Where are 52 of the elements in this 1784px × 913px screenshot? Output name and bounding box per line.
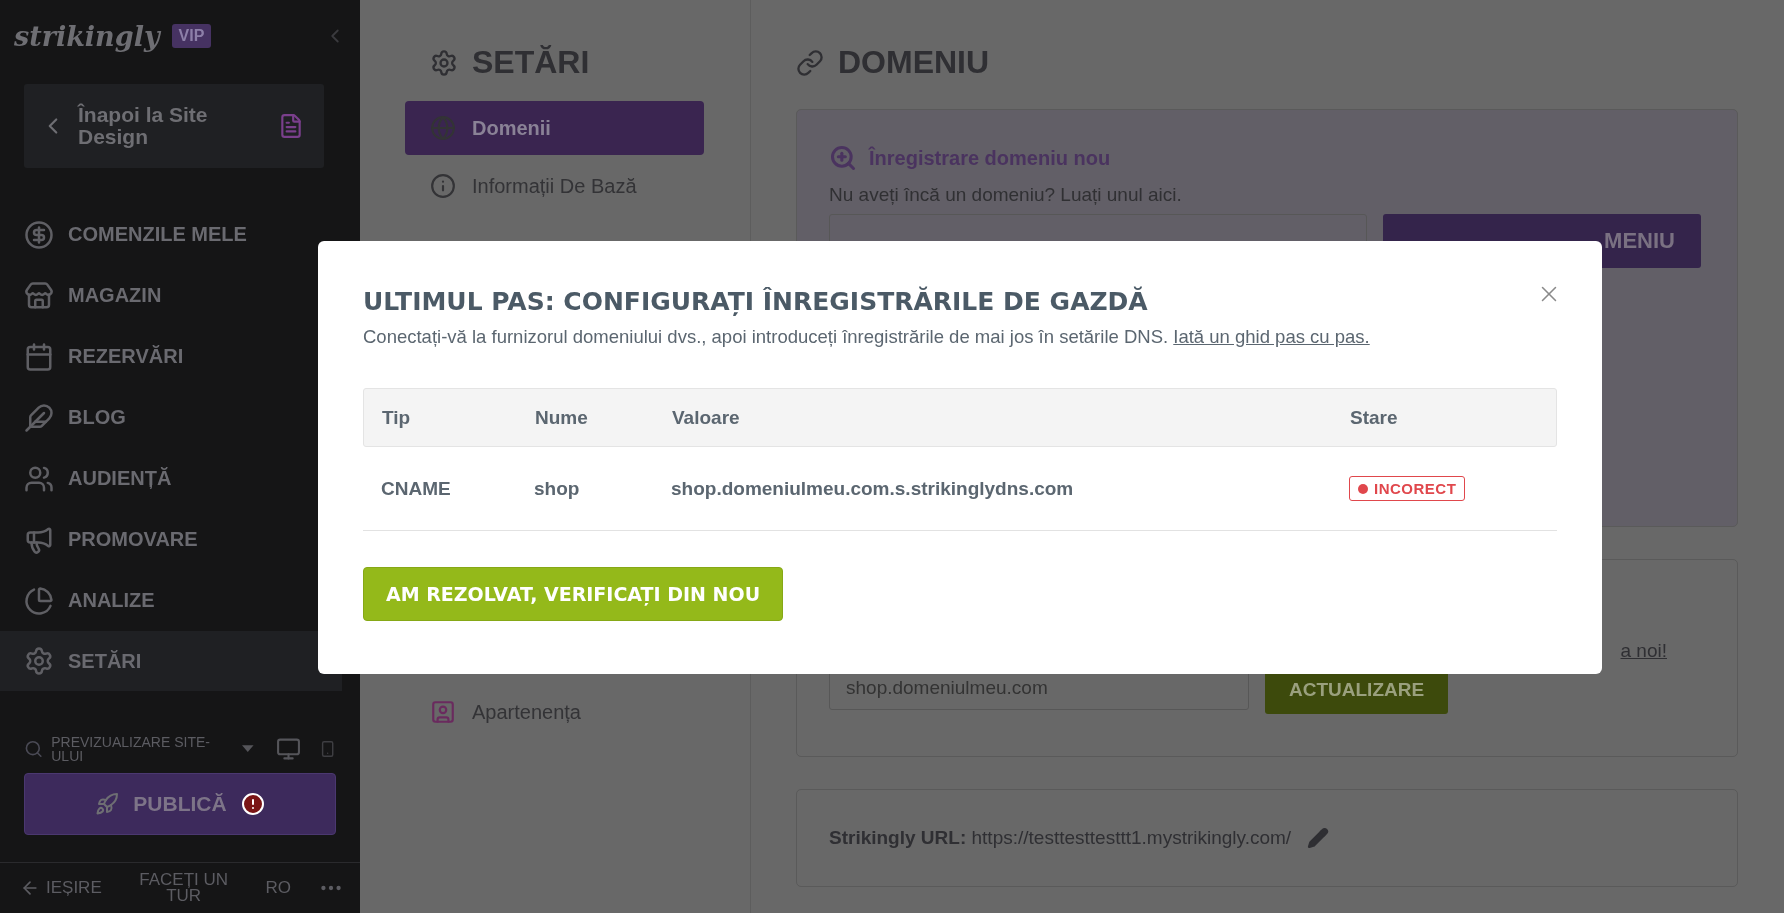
settings-nav-item[interactable]: Domenii	[405, 101, 704, 155]
sidebar-item[interactable]: ANALIZE	[0, 570, 342, 631]
strikingly-url: Strikingly URL: https://testtesttesttt1.mystrikingly.com/	[829, 827, 1292, 849]
search-icon	[24, 739, 44, 759]
document-icon	[278, 113, 304, 139]
sidebar-item[interactable]: REZERVĂRI	[0, 326, 342, 387]
table-cell: CNAME	[381, 477, 451, 500]
person-icon	[430, 699, 456, 725]
verify-button[interactable]: AM REZOLVAT, VERIFICAȚI DIN NOU	[363, 567, 784, 621]
table-cell: shop	[534, 477, 580, 500]
vip-badge: VIP	[171, 24, 212, 48]
sidebar-item[interactable]: MAGAZIN	[0, 265, 342, 326]
language-link[interactable]: RO	[265, 879, 292, 897]
sidebar-item[interactable]: COMENZILE MELE	[0, 204, 342, 265]
publish-button[interactable]: PUBLICĂ	[24, 773, 336, 835]
column-header: Nume	[535, 406, 588, 429]
calendar-icon	[24, 341, 54, 372]
preview-label[interactable]: PREVIZUALIZARE SITE-ULUI	[51, 735, 235, 763]
guide-link[interactable]: Iată un ghid pas cu pas.	[1173, 326, 1370, 347]
exit-link[interactable]: IEȘIRE	[20, 878, 102, 898]
column-header: Valoare	[672, 406, 740, 429]
tour-link[interactable]: FACEȚI UN TUR	[128, 871, 239, 905]
dialog-title: ULTIMUL PAS: CONFIGURAȚI ÎNREGISTRĂRILE DE GAZDĂ	[363, 287, 1148, 316]
sidebar-item[interactable]: BLOG	[0, 387, 342, 448]
globe-icon	[430, 115, 456, 141]
zoom-in-icon	[829, 144, 857, 172]
back-button[interactable]: Înapoi la Site Design	[24, 84, 324, 168]
column-header: Stare	[1350, 406, 1398, 429]
settings-icon	[430, 48, 458, 77]
column-header: Tip	[382, 406, 411, 429]
table-cell: shop.domeniulmeu.com.s.strikinglydns.com	[671, 477, 1074, 500]
pie-chart-icon	[24, 585, 54, 616]
sidebar-item[interactable]: AUDIENȚĂ	[0, 448, 342, 509]
settings-title: SETĂRI	[472, 44, 590, 81]
contact-link[interactable]: a noi!	[1620, 640, 1667, 662]
caret-down-icon	[242, 745, 254, 753]
sidebar-item[interactable]: SETĂRI	[0, 631, 342, 691]
desktop-icon[interactable]	[275, 736, 301, 762]
rocket-icon	[95, 792, 120, 816]
sidebar-item[interactable]: PROMOVARE	[0, 509, 342, 570]
settings-icon	[24, 646, 54, 676]
link-icon	[796, 48, 824, 77]
dollar-icon	[24, 219, 54, 250]
domain-title: DOMENIU	[838, 44, 990, 81]
info-icon	[430, 173, 456, 199]
edit-icon[interactable]	[1307, 827, 1330, 849]
logo: strikingly	[14, 20, 160, 52]
store-icon	[24, 280, 54, 311]
feather-icon	[24, 402, 54, 433]
dialog-text: Conectați-vă la furnizorul domeniului dvs., apoi introduceți înregistrările de mai jos în setările DNS. Iată un ghid pas cu pas.	[363, 326, 1371, 348]
status-badge: INCORECT	[1349, 476, 1466, 501]
warning-icon	[240, 792, 265, 816]
